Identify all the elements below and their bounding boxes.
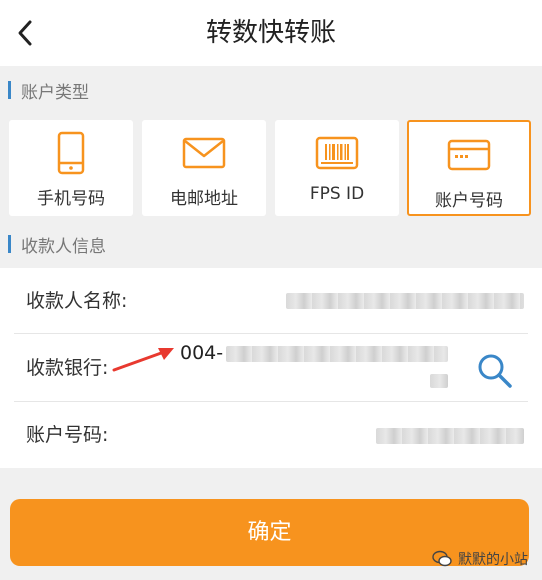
section-bar: [8, 81, 11, 99]
page-title: 转数快转账: [205, 18, 336, 48]
section-title: 账户类型: [21, 82, 89, 103]
card-icon: [409, 132, 529, 178]
account-type-email[interactable]: 电邮地址: [142, 120, 266, 216]
payee-bank-row[interactable]: 收款银行:: [0, 334, 542, 402]
bank-search-button[interactable]: [472, 348, 518, 394]
payee-bank-redacted: [226, 346, 448, 362]
search-icon: [478, 354, 512, 388]
section-title: 收款人信息: [21, 236, 106, 257]
watermark: 默默的小站: [432, 548, 528, 570]
phone-icon: [9, 130, 133, 176]
account-type-account-number[interactable]: 账户号码: [407, 120, 531, 216]
account-type-label: 手机号码: [37, 189, 105, 209]
payee-account-row[interactable]: 账户号码:: [0, 402, 542, 468]
wechat-icon: [432, 550, 452, 567]
account-type-phone[interactable]: 手机号码: [9, 120, 133, 216]
payee-name-row[interactable]: 收款人名称:: [0, 268, 542, 334]
barcode-id-icon: [275, 130, 399, 176]
payee-account-redacted: [376, 428, 524, 444]
section-header-account-type: 账户类型: [0, 70, 542, 110]
section-header-payee-info: 收款人信息: [0, 224, 542, 264]
account-type-fps-id[interactable]: FPS ID: [275, 120, 399, 216]
section-bar: [8, 235, 11, 253]
payee-name-redacted: [286, 293, 524, 309]
mail-icon: [142, 130, 266, 176]
top-bar: 转数快转账: [0, 0, 542, 66]
payee-account-label: 账户号码:: [26, 424, 109, 446]
watermark-text: 默默的小站: [458, 552, 528, 568]
account-type-label: FPS ID: [309, 184, 365, 204]
back-button[interactable]: [10, 17, 40, 49]
account-type-grid: 手机号码 电邮地址 FPS ID 账户号码: [0, 120, 542, 216]
payee-bank-redacted-2: [430, 374, 448, 388]
payee-info-panel: 收款人名称: 收款银行: 004- 账户号码:: [0, 268, 542, 468]
account-type-label: 账户号码: [435, 191, 503, 211]
payee-bank-value: 004-: [180, 342, 224, 364]
payee-bank-label: 收款银行:: [26, 357, 109, 379]
chevron-left-icon: [18, 20, 32, 46]
account-type-label: 电邮地址: [170, 189, 238, 209]
payee-name-label: 收款人名称:: [26, 290, 128, 312]
